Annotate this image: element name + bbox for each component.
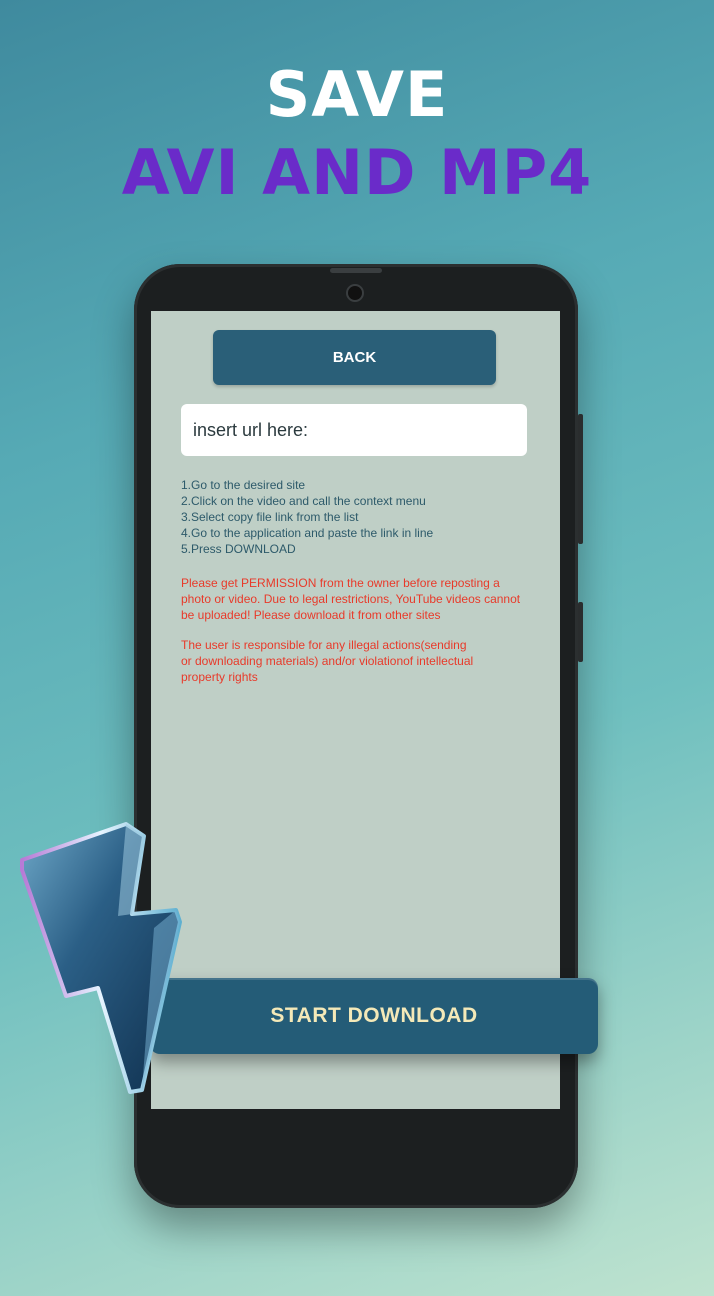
instructions-list: 1.Go to the desired site 2.Click on the … — [181, 477, 541, 557]
url-input[interactable]: insert url here: — [181, 404, 527, 456]
warning-line: property rights — [181, 670, 258, 684]
start-download-button[interactable]: START DOWNLOAD — [150, 978, 598, 1054]
lightning-bolt-icon — [20, 822, 182, 1094]
instruction-step: 2.Click on the video and call the contex… — [181, 494, 426, 508]
instruction-step: 3.Select copy file link from the list — [181, 510, 359, 524]
phone-frame: BACK insert url here: 1.Go to the desire… — [134, 264, 583, 1208]
phone-power-button — [578, 602, 583, 662]
camera-icon — [346, 284, 364, 302]
responsibility-warning: The user is responsible for any illegal … — [181, 637, 541, 685]
permission-warning: Please get PERMISSION from the owner bef… — [181, 575, 541, 623]
back-button[interactable]: BACK — [213, 330, 496, 385]
instruction-step: 4.Go to the application and paste the li… — [181, 526, 434, 540]
instruction-step: 5.Press DOWNLOAD — [181, 542, 296, 556]
headline-formats: AVI AND MP4 — [121, 136, 593, 209]
headline-save: SAVE — [265, 58, 449, 131]
warning-line: be uploaded! Please download it from oth… — [181, 608, 441, 622]
phone-speaker — [330, 268, 382, 273]
instruction-step: 1.Go to the desired site — [181, 478, 306, 492]
warning-line: The user is responsible for any illegal … — [181, 638, 467, 652]
warning-line: photo or video. Due to legal restriction… — [181, 592, 521, 606]
warning-line: or downloading materials) and/or violati… — [181, 654, 474, 668]
warning-line: Please get PERMISSION from the owner bef… — [181, 576, 500, 590]
phone-volume-button — [578, 414, 583, 544]
